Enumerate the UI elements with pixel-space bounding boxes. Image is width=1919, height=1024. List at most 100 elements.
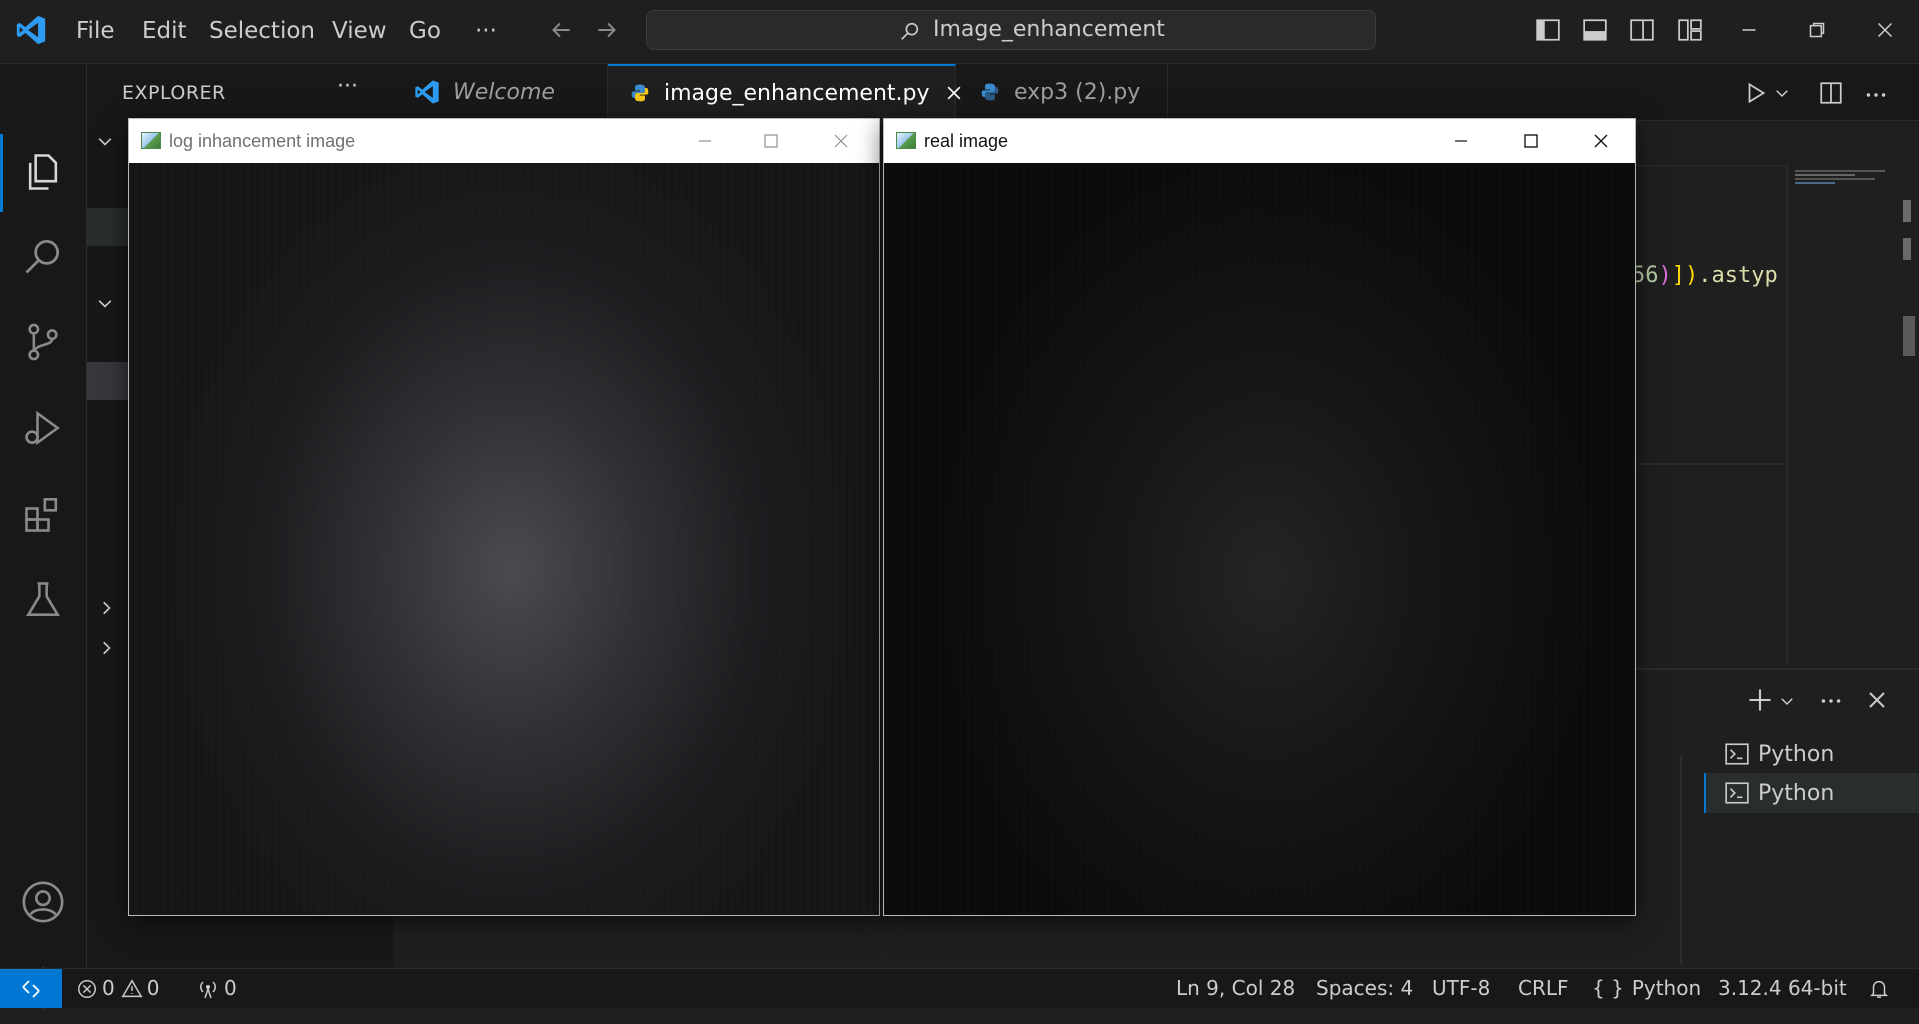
error-icon (76, 978, 98, 1000)
command-center-search[interactable]: Image_enhancement (646, 10, 1376, 50)
window-close-icon[interactable] (1587, 127, 1615, 155)
window-app-icon (896, 132, 916, 149)
python-interpreter[interactable]: 3.12.4 64-bit (1718, 969, 1847, 1008)
ports-status[interactable]: 0 (196, 969, 237, 1008)
menu-view[interactable]: View (324, 14, 395, 48)
split-editor-icon[interactable] (1818, 80, 1844, 106)
scrollbar-marker (1903, 238, 1911, 260)
run-and-debug-icon[interactable] (0, 392, 86, 464)
extensions-icon[interactable] (0, 478, 86, 550)
window-title: log inhancement image (169, 131, 356, 151)
forward-arrow-icon[interactable] (594, 17, 620, 43)
toggle-panel-icon[interactable] (1582, 17, 1608, 43)
tab-welcome[interactable]: Welcome (393, 64, 608, 120)
new-terminal-plus-icon[interactable] (1746, 686, 1774, 714)
terminal-label: Python (1758, 780, 1835, 806)
title-bar: File Edit Selection View Go ··· Image_en… (0, 0, 1919, 64)
menu-selection[interactable]: Selection (201, 14, 323, 48)
tab-exp3[interactable]: exp3 (2).py (956, 64, 1168, 120)
code-method: .astyp (1698, 263, 1778, 288)
encoding[interactable]: UTF-8 (1432, 969, 1490, 1008)
tab-label: exp3 (2).py (1014, 79, 1141, 105)
terminal-dropdown-chevron-icon[interactable] (1778, 692, 1796, 710)
tab-image-enhancement[interactable]: image_enhancement.py (608, 64, 960, 120)
window-minimize-icon[interactable] (1447, 127, 1475, 155)
log-enhanced-image (129, 163, 879, 915)
window-maximize-icon[interactable] (1517, 127, 1545, 155)
window-restore-icon[interactable] (1804, 17, 1830, 43)
source-control-icon[interactable] (0, 306, 86, 378)
vertical-scrollbar-thumb[interactable] (1903, 316, 1915, 356)
window-titlebar[interactable]: log inhancement image (129, 119, 879, 163)
vscode-logo-icon (413, 78, 441, 106)
chevron-down-icon[interactable] (95, 132, 115, 152)
python-file-icon (630, 83, 650, 103)
language-label: Python (1631, 976, 1702, 1000)
log-image-window[interactable]: log inhancement image (128, 118, 880, 916)
terminal-icon (1724, 780, 1750, 806)
panel-more-actions-icon[interactable] (1818, 688, 1844, 714)
window-app-icon (141, 132, 161, 149)
terminal-icon (1724, 741, 1750, 767)
error-count: 0 (102, 976, 115, 1000)
terminal-label: Python (1758, 741, 1835, 767)
language-mode[interactable]: { } Python (1592, 969, 1701, 1008)
search-view-icon[interactable] (0, 220, 86, 292)
tab-label: image_enhancement.py (664, 80, 930, 106)
search-icon (899, 20, 921, 42)
chevron-down-icon[interactable] (95, 294, 115, 314)
window-title: real image (924, 131, 1009, 151)
window-minimize-icon[interactable] (1736, 17, 1762, 43)
close-panel-icon[interactable] (1865, 688, 1889, 712)
accounts-icon[interactable] (0, 866, 86, 938)
minimap[interactable] (1795, 168, 1895, 190)
notifications-bell-icon[interactable] (1868, 969, 1890, 1008)
window-maximize-icon[interactable] (757, 127, 785, 155)
indentation[interactable]: Spaces: 4 (1316, 969, 1413, 1008)
remote-indicator[interactable] (0, 969, 62, 1008)
menu-edit[interactable]: Edit (134, 14, 195, 48)
window-minimize-icon[interactable] (691, 127, 719, 155)
scrollbar-marker (1903, 200, 1911, 222)
remote-icon (19, 977, 43, 1001)
end-of-line[interactable]: CRLF (1518, 969, 1569, 1008)
terminal-item[interactable]: Python (1704, 734, 1919, 774)
back-arrow-icon[interactable] (548, 17, 574, 43)
customize-layout-icon[interactable] (1677, 17, 1703, 43)
minimap-border (1786, 165, 1788, 665)
menu-file[interactable]: File (68, 14, 123, 48)
cursor-position[interactable]: Ln 9, Col 28 (1176, 969, 1295, 1008)
vscode-logo-icon (14, 13, 48, 47)
explorer-icon[interactable] (0, 136, 86, 208)
sidebar-more-button[interactable]: ··· (337, 74, 358, 99)
search-text: Image_enhancement (933, 17, 1165, 42)
real-image-window[interactable]: real image (883, 118, 1636, 916)
run-python-file-icon[interactable] (1743, 80, 1769, 106)
run-dropdown-chevron-icon[interactable] (1773, 84, 1791, 102)
status-bar: 0 0 0 Ln 9, Col 28 Spaces: 4 UTF-8 CRLF … (0, 968, 1919, 1008)
code-bracket: ]) (1671, 263, 1699, 288)
code-line: 56)]).astyp (1632, 263, 1778, 288)
problems-status[interactable]: 0 0 (76, 969, 159, 1008)
terminal-list-divider (1680, 755, 1682, 965)
ports-count: 0 (224, 976, 237, 1000)
python-file-icon (980, 82, 1000, 102)
code-paren: ) (1658, 263, 1672, 288)
chevron-right-icon[interactable] (97, 638, 117, 658)
window-close-icon[interactable] (827, 127, 855, 155)
toggle-primary-sidebar-icon[interactable] (1535, 17, 1561, 43)
terminal-item-selected[interactable]: Python (1704, 773, 1919, 813)
window-titlebar[interactable]: real image (884, 119, 1635, 163)
toggle-secondary-sidebar-icon[interactable] (1629, 17, 1655, 43)
window-close-icon[interactable] (1872, 17, 1898, 43)
more-actions-icon[interactable] (1863, 82, 1889, 108)
tab-label: Welcome (453, 79, 555, 105)
chevron-right-icon[interactable] (97, 598, 117, 618)
braces-icon: { } (1592, 976, 1624, 1000)
warning-count: 0 (146, 976, 160, 1000)
activity-bar (0, 64, 87, 1009)
broadcast-icon (196, 977, 220, 1001)
menu-go[interactable]: Go (401, 14, 449, 48)
menu-more[interactable]: ··· (467, 14, 505, 48)
testing-flask-icon[interactable] (0, 564, 86, 636)
